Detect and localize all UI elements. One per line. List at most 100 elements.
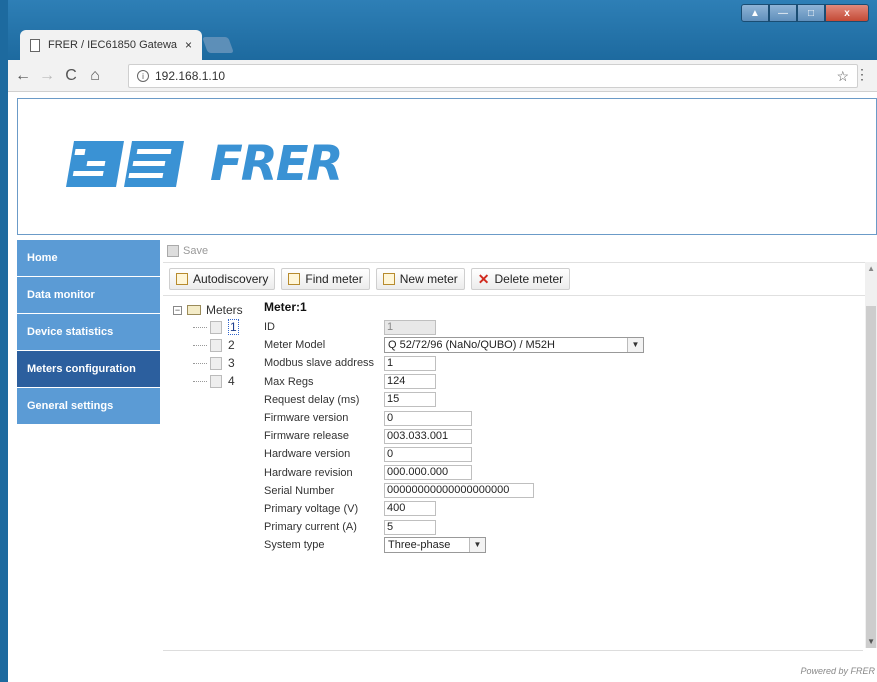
system-type-value: Three-phase <box>388 539 451 552</box>
hardware-version-label: Hardware version <box>264 448 351 461</box>
form-row-request-delay: Request delay (ms) 15 <box>264 391 644 409</box>
form-row-max-regs: Max Regs 124 <box>264 373 644 391</box>
request-delay-field[interactable]: 15 <box>384 392 436 408</box>
system-type-select[interactable]: Three-phase ▼ <box>384 537 486 554</box>
serial-number-field[interactable]: 00000000000000000000 <box>384 483 534 499</box>
max-regs-field[interactable]: 124 <box>384 374 436 390</box>
browser-tab[interactable]: FRER / IEC61850 Gatewa × <box>20 30 202 60</box>
form-row-primary-voltage: Primary voltage (V) 400 <box>264 500 644 518</box>
hardware-revision-label: Hardware revision <box>264 466 353 479</box>
primary-voltage-label: Primary voltage (V) <box>264 502 359 515</box>
id-field: 1 <box>384 319 436 335</box>
footer-divider <box>163 650 863 651</box>
save-icon <box>167 245 179 257</box>
maximize-button[interactable]: □ <box>797 4 825 22</box>
system-type-label: System type <box>264 539 325 552</box>
meter-model-value: Q 52/72/96 (NaNo/QUBO) / M52H <box>388 339 555 352</box>
scrollbar-thumb[interactable] <box>866 306 876 648</box>
tree-node-meter-3[interactable]: 3 <box>193 354 243 372</box>
meter-node-icon <box>210 338 222 352</box>
edit-icon <box>176 273 188 285</box>
user-profile-button[interactable]: ▲ <box>741 4 769 22</box>
collapse-icon[interactable]: − <box>173 305 182 315</box>
new-tab-button[interactable] <box>202 37 234 53</box>
url-text: 192.168.1.10 <box>155 69 226 83</box>
id-label: ID <box>264 321 275 334</box>
meters-tree: − Meters 1 2 3 4 <box>173 302 243 390</box>
close-tab-icon[interactable]: × <box>185 38 192 52</box>
browser-toolbar: ← → C ⌂ i 192.168.1.10 ☆ ⋮ <box>8 60 877 92</box>
autodiscovery-button[interactable]: Autodiscovery <box>169 268 276 290</box>
tree-root-meters[interactable]: − Meters <box>173 302 243 318</box>
hardware-version-field[interactable]: 0 <box>384 446 472 462</box>
bookmark-star-icon[interactable]: ☆ <box>836 68 849 85</box>
max-regs-label: Max Regs <box>264 375 314 388</box>
meter-form: Meter:1 ID 1 Meter Model Q 52/72/96 (NaN… <box>264 300 644 554</box>
firmware-version-field[interactable]: 0 <box>384 410 472 426</box>
hardware-revision-field[interactable]: 000.000.000 <box>384 465 472 481</box>
firmware-release-field[interactable]: 003.033.001 <box>384 428 472 444</box>
primary-voltage-field[interactable]: 400 <box>384 501 436 517</box>
delete-icon: ✕ <box>477 271 490 287</box>
tree-node-meter-1[interactable]: 1 <box>193 318 243 336</box>
close-window-button[interactable]: x <box>825 4 869 22</box>
chevron-down-icon[interactable]: ▼ <box>469 538 485 553</box>
chevron-down-icon[interactable]: ▼ <box>627 338 643 353</box>
form-row-modbus-slave-address: Modbus slave address 1 <box>264 354 644 372</box>
primary-current-field[interactable]: 5 <box>384 519 436 535</box>
tree-node-label: 3 <box>228 356 235 370</box>
address-bar[interactable]: i 192.168.1.10 ☆ <box>128 64 858 88</box>
home-icon[interactable]: ⌂ <box>86 67 104 85</box>
info-icon[interactable]: i <box>137 70 149 82</box>
back-icon[interactable]: ← <box>14 67 32 85</box>
meter-model-select[interactable]: Q 52/72/96 (NaNo/QUBO) / M52H ▼ <box>384 337 644 354</box>
forward-icon[interactable]: → <box>38 67 56 85</box>
logo-wordmark: FRER <box>210 136 343 192</box>
edit-icon <box>288 273 301 285</box>
tree-branch-line <box>193 326 207 328</box>
scroll-down-icon[interactable]: ▼ <box>867 637 875 646</box>
sidebar-item-home[interactable]: Home <box>17 240 160 277</box>
sidebar-item-device-statistics[interactable]: Device statistics <box>17 314 160 351</box>
form-row-system-type: System type Three-phase ▼ <box>264 536 644 554</box>
meter-node-icon <box>210 320 222 334</box>
meter-form-title: Meter:1 <box>264 300 307 314</box>
modbus-slave-address-label: Modbus slave address <box>264 357 375 370</box>
meter-toolbar: Autodiscovery Find meter New meter ✕ Del… <box>163 262 877 296</box>
save-button[interactable]: Save <box>183 245 208 257</box>
meters-panel: Save Autodiscovery Find meter New meter … <box>163 240 877 650</box>
scroll-up-icon[interactable]: ▲ <box>867 264 875 273</box>
tree-node-label: 1 <box>228 319 239 335</box>
sidebar-item-meters-configuration[interactable]: Meters configuration <box>17 351 160 388</box>
vertical-scrollbar[interactable]: ▲ ▼ <box>865 262 877 648</box>
reload-icon[interactable]: C <box>62 67 80 85</box>
tab-title: FRER / IEC61850 Gatewa <box>48 39 178 51</box>
delete-meter-button[interactable]: ✕ Delete meter <box>470 268 571 290</box>
new-meter-label: New meter <box>399 272 458 286</box>
tree-root-label: Meters <box>206 303 243 317</box>
frer-logo: FRER <box>66 135 343 193</box>
modbus-slave-address-field[interactable]: 1 <box>384 355 436 371</box>
meter-model-label: Meter Model <box>264 339 326 352</box>
find-meter-button[interactable]: Find meter <box>281 268 370 290</box>
form-row-serial-number: Serial Number 00000000000000000000 <box>264 482 644 500</box>
serial-number-label: Serial Number <box>264 484 335 497</box>
sidebar-nav: Home Data monitor Device statistics Mete… <box>17 240 160 425</box>
window-border <box>0 0 8 682</box>
tree-node-label: 4 <box>228 374 235 388</box>
meter-node-icon <box>210 356 222 370</box>
tree-node-meter-4[interactable]: 4 <box>193 372 243 390</box>
firmware-version-label: Firmware version <box>264 412 349 425</box>
sidebar-item-data-monitor[interactable]: Data monitor <box>17 277 160 314</box>
browser-menu-icon[interactable]: ⋮ <box>855 66 869 83</box>
sidebar-item-general-settings[interactable]: General settings <box>17 388 160 425</box>
form-row-hardware-revision: Hardware revision 000.000.000 <box>264 464 644 482</box>
new-meter-button[interactable]: New meter <box>375 268 465 290</box>
page-icon <box>30 38 40 52</box>
tree-node-meter-2[interactable]: 2 <box>193 336 243 354</box>
frer-logo-mark-icon <box>66 141 184 187</box>
form-row-firmware-version: Firmware version 0 <box>264 409 644 427</box>
tree-node-label: 2 <box>228 338 235 352</box>
delete-meter-label: Delete meter <box>494 272 564 286</box>
minimize-button[interactable]: — <box>769 4 797 22</box>
